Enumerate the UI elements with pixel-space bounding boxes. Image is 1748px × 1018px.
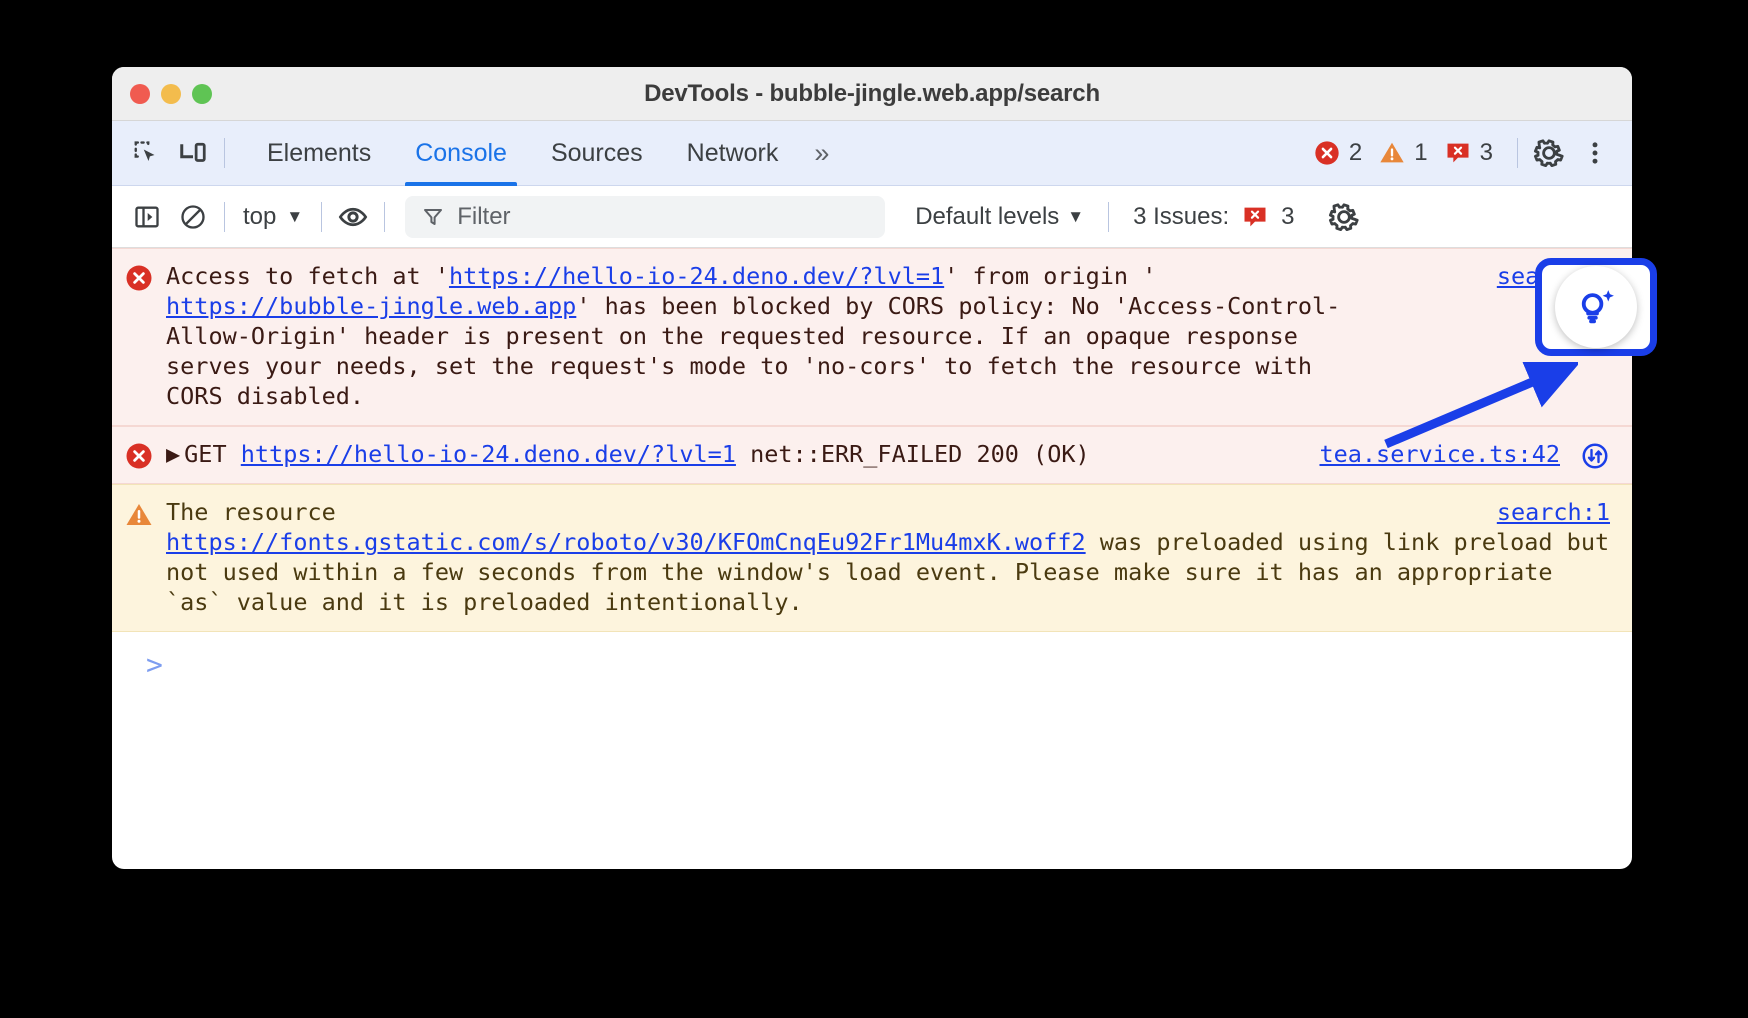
ai-insight-lightbulb-sparkle-icon	[1573, 284, 1619, 330]
message-link[interactable]: https://hello-io-24.deno.dev/?lvl=1	[241, 440, 736, 468]
message-segment: The resource	[166, 498, 336, 526]
devtools-settings-button[interactable]	[1526, 130, 1572, 176]
inspect-element-icon	[132, 138, 162, 168]
network-request-button[interactable]	[1580, 441, 1610, 478]
issue-count: 3	[1480, 139, 1493, 167]
console-message-row[interactable]: The resource https://fonts.gstatic.com/s…	[112, 484, 1632, 632]
ai-insight-button[interactable]	[1555, 266, 1637, 348]
inspect-element-button[interactable]	[124, 130, 170, 176]
prompt-caret-icon: >	[146, 648, 163, 681]
toggle-device-toolbar-button[interactable]	[170, 130, 216, 176]
error-circle-icon	[124, 263, 154, 293]
console-prompt[interactable]: >	[112, 632, 1632, 752]
window-traffic-lights	[130, 67, 212, 121]
devtools-more-options-button[interactable]	[1572, 130, 1618, 176]
message-segment: net::ERR_FAILED 200 (OK)	[736, 440, 1090, 468]
zoom-window-button[interactable]	[192, 84, 212, 104]
issues-counter[interactable]: 3	[1444, 139, 1493, 167]
message-level-badge	[112, 249, 166, 425]
issues-summary-count: 3	[1281, 203, 1294, 231]
issue-speech-bubble-icon	[1241, 203, 1269, 231]
devtools-window: DevTools - bubble-jingle.web.app/search	[112, 67, 1632, 869]
error-count: 2	[1349, 139, 1362, 167]
panel-tabs: Elements Console Sources Network »	[245, 121, 840, 186]
issue-speech-bubble-icon	[1444, 139, 1472, 167]
message-link[interactable]: https://bubble-jingle.web.app	[166, 292, 576, 320]
clear-console-button[interactable]	[170, 194, 216, 240]
close-window-button[interactable]	[130, 84, 150, 104]
message-link[interactable]: https://fonts.gstatic.com/s/roboto/v30/K…	[166, 528, 1086, 556]
issues-summary[interactable]: 3 Issues: 3	[1133, 203, 1294, 231]
tab-elements[interactable]: Elements	[245, 121, 393, 186]
tab-sources[interactable]: Sources	[529, 121, 665, 186]
gear-icon	[1532, 136, 1566, 170]
console-settings-button[interactable]	[1321, 194, 1367, 240]
kebab-menu-icon	[1581, 139, 1609, 167]
tabbar-right-group: 2 1 3	[1313, 121, 1618, 186]
warning-triangle-icon	[1378, 139, 1406, 167]
tab-console[interactable]: Console	[393, 121, 529, 186]
console-message-list: Access to fetch at 'https://hello-io-24.…	[112, 248, 1632, 752]
window-title: DevTools - bubble-jingle.web.app/search	[112, 80, 1632, 108]
annotation-arrow	[1378, 362, 1578, 452]
more-tabs-button[interactable]: »	[800, 138, 840, 169]
message-level-badge	[112, 485, 166, 631]
issues-summary-label: 3 Issues:	[1133, 203, 1229, 231]
live-expression-icon	[337, 201, 369, 233]
message-segment: Access to fetch at '	[166, 262, 449, 290]
devtools-tab-bar: Elements Console Sources Network » 2	[112, 121, 1632, 186]
chevron-down-icon: ▼	[286, 207, 303, 227]
error-circle-icon	[124, 441, 154, 471]
log-level-selector[interactable]: Default levels ▼	[915, 203, 1084, 231]
console-filter-placeholder: Filter	[457, 203, 510, 231]
tabbar-divider-2	[1517, 138, 1518, 168]
tabbar-divider-1	[224, 138, 225, 168]
error-circle-icon	[1313, 139, 1341, 167]
minimize-window-button[interactable]	[161, 84, 181, 104]
tab-network[interactable]: Network	[665, 121, 801, 186]
error-counter[interactable]: 2	[1313, 139, 1362, 167]
filter-icon	[421, 205, 445, 229]
message-level-badge	[112, 427, 166, 483]
filterbar-divider-4	[1108, 202, 1109, 232]
execution-context-label: top	[243, 203, 276, 231]
console-settings-gear-icon	[1327, 200, 1361, 234]
expand-message-triangle-icon[interactable]: ▶	[166, 440, 180, 468]
annotation-arrow-icon	[1386, 372, 1556, 444]
filterbar-divider-3	[384, 202, 385, 232]
clear-console-icon	[179, 203, 207, 231]
show-console-sidebar-icon	[133, 203, 161, 231]
warning-count: 1	[1414, 139, 1427, 167]
filterbar-divider-2	[321, 202, 322, 232]
console-filter-bar: top ▼ Filter Default levels ▼	[112, 186, 1632, 248]
console-message-text: The resource https://fonts.gstatic.com/s…	[166, 485, 1632, 631]
warning-triangle-icon	[124, 500, 154, 530]
execution-context-selector[interactable]: top ▼	[233, 203, 313, 231]
warning-counter[interactable]: 1	[1378, 139, 1427, 167]
chevron-down-icon: ▼	[1067, 207, 1084, 227]
console-filter-field[interactable]: Filter	[405, 196, 885, 238]
screenshot-stage: DevTools - bubble-jingle.web.app/search	[0, 0, 1748, 1018]
message-link[interactable]: https://hello-io-24.deno.dev/?lvl=1	[449, 262, 944, 290]
window-title-bar: DevTools - bubble-jingle.web.app/search	[112, 67, 1632, 121]
create-live-expression-button[interactable]	[330, 194, 376, 240]
message-segment: GET	[184, 440, 241, 468]
log-level-label: Default levels	[915, 203, 1059, 231]
filterbar-divider-1	[224, 202, 225, 232]
toggle-console-sidebar-button[interactable]	[124, 194, 170, 240]
device-toolbar-icon	[178, 138, 208, 168]
message-source-link[interactable]: search:1	[1497, 497, 1610, 527]
message-segment: ' from origin '	[944, 262, 1156, 290]
ai-insight-highlight	[1535, 258, 1657, 356]
network-request-icon	[1580, 441, 1610, 471]
